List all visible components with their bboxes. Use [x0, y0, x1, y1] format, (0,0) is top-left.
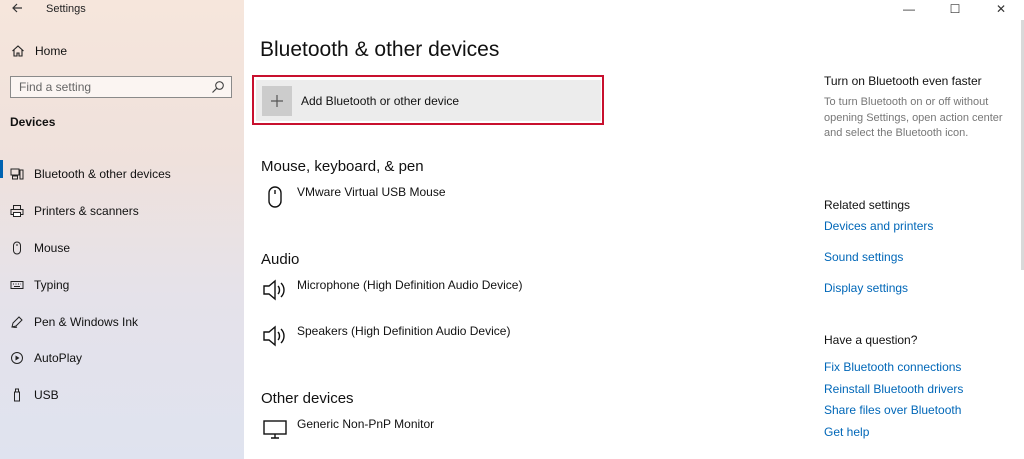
- sidebar-item-mouse[interactable]: Mouse: [0, 230, 244, 267]
- question-heading: Have a question?: [824, 333, 918, 347]
- sidebar-item-printers[interactable]: Printers & scanners: [0, 193, 244, 230]
- usb-icon: [9, 387, 25, 403]
- home-label: Home: [35, 44, 68, 58]
- device-label: VMware Virtual USB Mouse: [297, 185, 446, 199]
- link-sound-settings[interactable]: Sound settings: [824, 250, 903, 264]
- mouse-icon: [260, 184, 290, 210]
- back-arrow-icon: [12, 3, 22, 13]
- minimize-button[interactable]: —: [886, 0, 932, 18]
- sidebar-item-usb[interactable]: USB: [0, 377, 244, 414]
- close-button[interactable]: ✕: [978, 0, 1024, 18]
- home-link[interactable]: Home: [10, 42, 67, 60]
- search-input[interactable]: [11, 77, 209, 97]
- link-get-help[interactable]: Get help: [824, 425, 869, 439]
- sidebar-item-label: Mouse: [34, 240, 71, 255]
- sidebar-item-label: USB: [34, 388, 59, 403]
- add-device-button[interactable]: Add Bluetooth or other device: [256, 80, 601, 121]
- window-controls: — ☐ ✕: [886, 0, 1024, 18]
- device-item[interactable]: Microphone (High Definition Audio Device…: [260, 277, 522, 303]
- group-title-input: Mouse, keyboard, & pen: [261, 158, 424, 175]
- sidebar-item-label: AutoPlay: [34, 351, 83, 366]
- title-bar: Settings: [0, 0, 244, 20]
- device-label: Microphone (High Definition Audio Device…: [297, 278, 523, 292]
- device-item[interactable]: Speakers (High Definition Audio Device): [260, 323, 510, 349]
- link-devices-and-printers[interactable]: Devices and printers: [824, 219, 933, 233]
- autoplay-icon: [9, 350, 25, 366]
- printer-icon: [9, 203, 25, 219]
- sidebar-item-typing[interactable]: Typing: [0, 266, 244, 303]
- sidebar-item-label: Printers & scanners: [34, 204, 139, 219]
- group-title-audio: Audio: [261, 251, 300, 268]
- sidebar-item-label: Pen & Windows Ink: [34, 314, 139, 329]
- link-display-settings[interactable]: Display settings: [824, 281, 908, 295]
- plus-icon: [262, 85, 292, 116]
- device-item[interactable]: VMware Virtual USB Mouse: [260, 184, 446, 210]
- monitor-icon: [260, 416, 290, 442]
- link-reinstall-drivers[interactable]: Reinstall Bluetooth drivers: [824, 382, 963, 396]
- link-fix-bluetooth[interactable]: Fix Bluetooth connections: [824, 360, 961, 374]
- sidebar-item-pen[interactable]: Pen & Windows Ink: [0, 303, 244, 340]
- sidebar-item-label: Typing: [34, 277, 70, 292]
- group-title-other: Other devices: [261, 390, 354, 407]
- bluetooth-devices-icon: [9, 166, 25, 182]
- page-title: Bluetooth & other devices: [260, 38, 500, 61]
- sidebar-item-bluetooth[interactable]: Bluetooth & other devices: [0, 156, 244, 193]
- maximize-button[interactable]: ☐: [932, 0, 978, 18]
- sidebar-nav: Bluetooth & other devices Printers & sca…: [0, 156, 244, 414]
- mouse-icon: [9, 240, 25, 256]
- sidebar-item-autoplay[interactable]: AutoPlay: [0, 340, 244, 377]
- device-item[interactable]: Generic Non-PnP Monitor: [260, 416, 434, 442]
- link-share-files[interactable]: Share files over Bluetooth: [824, 403, 961, 417]
- search-icon[interactable]: [211, 80, 225, 94]
- related-settings-heading: Related settings: [824, 198, 911, 212]
- device-label: Speakers (High Definition Audio Device): [297, 324, 511, 338]
- app-title: Settings: [46, 3, 86, 15]
- sidebar-item-label: Bluetooth & other devices: [34, 167, 171, 182]
- speaker-icon: [260, 323, 290, 349]
- pen-icon: [9, 314, 25, 330]
- home-icon: [10, 43, 26, 59]
- back-button[interactable]: [8, 1, 26, 17]
- sidebar: Settings Home Devices Bluetooth & other …: [0, 0, 244, 459]
- add-device-label: Add Bluetooth or other device: [301, 93, 460, 108]
- keyboard-icon: [9, 277, 25, 293]
- tip-text: To turn Bluetooth on or off without open…: [824, 96, 1003, 139]
- tip-heading: Turn on Bluetooth even faster: [824, 74, 982, 88]
- section-heading-devices: Devices: [10, 115, 56, 129]
- search-box: [10, 76, 232, 98]
- device-label: Generic Non-PnP Monitor: [297, 417, 435, 431]
- speaker-icon: [260, 277, 290, 303]
